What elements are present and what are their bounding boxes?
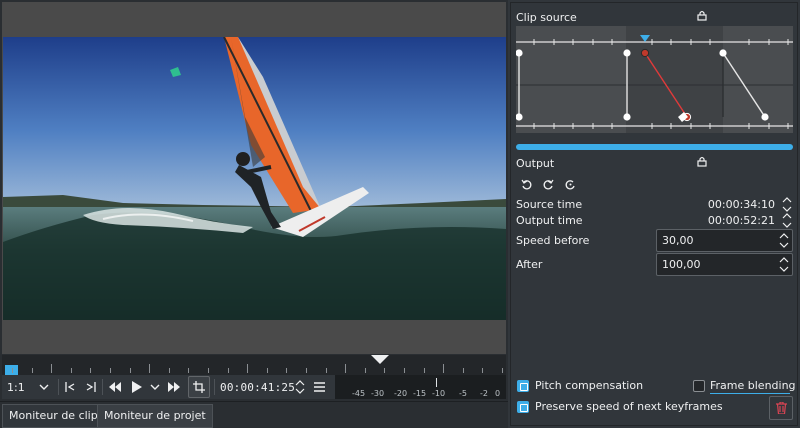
meter-label: -15 bbox=[413, 389, 427, 398]
menu-icon[interactable] bbox=[312, 375, 326, 399]
timeline-ruler[interactable] bbox=[2, 355, 506, 375]
ruler-tick bbox=[227, 368, 229, 373]
spinbox-arrows[interactable] bbox=[779, 255, 789, 274]
ruler-tick bbox=[482, 368, 484, 373]
ruler-tick bbox=[129, 368, 131, 373]
redo-icon[interactable] bbox=[565, 179, 576, 193]
delete-keyframe-button[interactable] bbox=[769, 396, 793, 420]
toolbar-separator bbox=[102, 379, 103, 395]
tab-clip-monitor[interactable]: Moniteur de clip bbox=[2, 404, 105, 428]
play-icon[interactable] bbox=[130, 375, 144, 399]
frame-blending-checkbox[interactable] bbox=[693, 380, 705, 392]
source-time-value[interactable]: 00:00:34:10 bbox=[661, 198, 775, 211]
meter-label: 0 bbox=[495, 389, 501, 398]
rewind-icon[interactable] bbox=[108, 375, 122, 399]
ruler-tick bbox=[168, 368, 170, 373]
ruler-tick bbox=[110, 368, 111, 373]
fast-forward-icon[interactable] bbox=[167, 375, 181, 399]
meter-label: -2 bbox=[480, 389, 488, 398]
time-remap-panel: Clip source Output Source time 00:00:34:… bbox=[510, 2, 798, 426]
ruler-tick bbox=[247, 364, 249, 373]
ruler-tick bbox=[443, 364, 445, 373]
lock-icon[interactable] bbox=[697, 156, 707, 170]
ruler-tick bbox=[208, 368, 209, 373]
zoom-level[interactable]: 1:1 bbox=[7, 375, 25, 399]
after-value: 100,00 bbox=[662, 258, 701, 271]
focus-underline bbox=[710, 393, 790, 394]
meter-label: -45 bbox=[352, 389, 366, 398]
crop-icon[interactable] bbox=[188, 376, 210, 398]
reset-icon[interactable] bbox=[543, 179, 554, 193]
preserve-speed-checkbox[interactable] bbox=[517, 401, 529, 413]
video-frame[interactable] bbox=[3, 37, 506, 320]
preserve-speed-label[interactable]: Preserve speed of next keyframes bbox=[535, 400, 723, 413]
monitor-tab-bar: Moniteur de clip Moniteur de projet bbox=[0, 401, 508, 428]
go-to-start-icon[interactable] bbox=[63, 375, 77, 399]
audio-level-meter: -45 -30 -20 -15 -10 -5 -2 0 bbox=[335, 375, 506, 399]
ruler-tick bbox=[325, 368, 327, 373]
timecode-display[interactable]: 00:00:41:25 bbox=[220, 375, 295, 399]
speed-before-value: 30,00 bbox=[662, 234, 694, 247]
source-time-stepper[interactable] bbox=[782, 196, 792, 213]
ruler-tick bbox=[31, 368, 33, 373]
timecode-stepper[interactable] bbox=[294, 375, 306, 399]
frame-blending-label[interactable]: Frame blending bbox=[710, 379, 796, 392]
pitch-compensation-checkbox[interactable] bbox=[517, 380, 529, 392]
playhead-marker[interactable] bbox=[371, 355, 389, 364]
go-to-end-icon[interactable] bbox=[84, 375, 98, 399]
meter-level bbox=[436, 378, 437, 387]
meter-label: -30 bbox=[371, 389, 385, 398]
progress-bar bbox=[516, 144, 793, 150]
trash-icon bbox=[776, 401, 787, 417]
lock-icon[interactable] bbox=[697, 10, 707, 24]
ruler-tick bbox=[70, 368, 72, 373]
clip-source-label: Clip source bbox=[516, 11, 577, 24]
tab-project-monitor[interactable]: Moniteur de projet bbox=[97, 404, 213, 428]
ruler-tick bbox=[404, 368, 405, 373]
undo-icon[interactable] bbox=[521, 179, 532, 193]
ruler-tick bbox=[345, 364, 347, 373]
source-time-label: Source time bbox=[516, 198, 583, 211]
ruler-tick bbox=[502, 368, 503, 373]
chevron-down-icon[interactable] bbox=[149, 375, 161, 399]
chevron-down-icon[interactable] bbox=[37, 375, 51, 399]
ruler-tick bbox=[462, 368, 464, 373]
output-time-label: Output time bbox=[516, 214, 583, 227]
time-remap-graph[interactable] bbox=[516, 26, 793, 133]
meter-label: -10 bbox=[432, 389, 446, 398]
ruler-tick bbox=[90, 368, 92, 373]
ruler-tick bbox=[423, 368, 425, 373]
ruler-tick bbox=[266, 368, 268, 373]
ruler-tick bbox=[12, 368, 13, 373]
toolbar-separator bbox=[58, 379, 59, 395]
ruler-tick bbox=[306, 368, 307, 373]
after-spinbox[interactable]: 100,00 bbox=[656, 253, 793, 276]
ruler-tick bbox=[286, 368, 288, 373]
ruler-tick bbox=[384, 368, 386, 373]
project-monitor: 1:1 00:00:41:25 -45 -30 -20 -15 -10 -5 -… bbox=[0, 0, 508, 428]
meter-label: -20 bbox=[394, 389, 408, 398]
output-label: Output bbox=[516, 157, 555, 170]
spinbox-arrows[interactable] bbox=[779, 231, 789, 250]
ruler-tick bbox=[364, 368, 366, 373]
speed-before-label: Speed before bbox=[516, 234, 590, 247]
after-label: After bbox=[516, 258, 543, 271]
ruler-tick bbox=[149, 364, 151, 373]
toolbar-separator bbox=[214, 379, 215, 395]
output-time-stepper[interactable] bbox=[782, 212, 792, 229]
speed-before-spinbox[interactable]: 30,00 bbox=[656, 229, 793, 252]
meter-label: -5 bbox=[459, 389, 467, 398]
pitch-compensation-label[interactable]: Pitch compensation bbox=[535, 379, 643, 392]
output-time-value[interactable]: 00:00:52:21 bbox=[661, 214, 775, 227]
ruler-tick bbox=[188, 368, 190, 373]
monitor-toolbar: 1:1 00:00:41:25 -45 -30 -20 -15 -10 -5 -… bbox=[2, 375, 506, 399]
ruler-tick bbox=[51, 364, 53, 373]
